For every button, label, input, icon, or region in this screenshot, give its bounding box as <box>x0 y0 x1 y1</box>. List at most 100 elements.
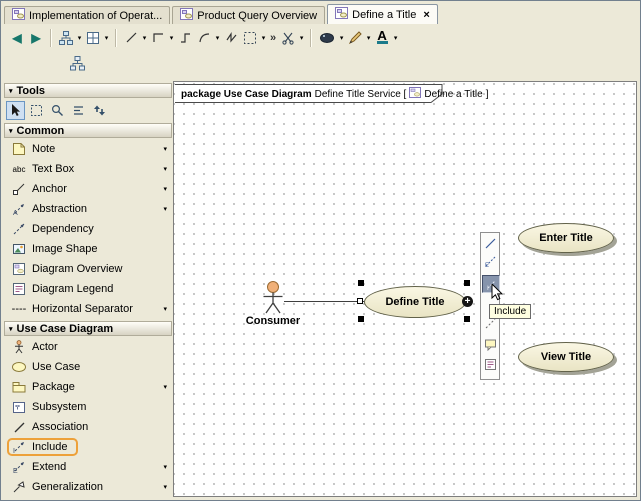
zigzag-path-button[interactable] <box>222 28 240 48</box>
palette-section-common[interactable]: ▾ Common <box>4 123 172 138</box>
diagram-tab-bar: Implementation of Operat... Product Quer… <box>4 3 637 24</box>
palette-item-image-shape[interactable]: Image Shape <box>4 239 172 259</box>
pen-color-button[interactable] <box>346 28 364 48</box>
grid-tool-button[interactable] <box>84 28 102 48</box>
chevron-down-icon[interactable]: ▾ <box>163 165 167 173</box>
back-button[interactable]: ◀ <box>8 28 26 48</box>
tab-product-query-overview[interactable]: Product Query Overview <box>172 6 325 24</box>
chevron-down-icon: ▾ <box>9 127 13 135</box>
chevron-down-icon[interactable]: ▾ <box>141 34 148 42</box>
dashed-rect-tool-button[interactable] <box>241 28 259 48</box>
chevron-down-icon[interactable]: ▾ <box>163 463 167 471</box>
palette-item-actor[interactable]: Actor <box>4 337 172 357</box>
connection-point-handle[interactable] <box>357 298 363 304</box>
chevron-down-icon[interactable]: ▾ <box>163 305 167 313</box>
chevron-down-icon[interactable]: ▾ <box>163 205 167 213</box>
selection-handle[interactable] <box>464 316 470 322</box>
actor-label[interactable]: Consumer <box>237 315 309 327</box>
bent-path-button[interactable] <box>176 28 194 48</box>
diagram-canvas[interactable]: package Use Case Diagram Define Title Se… <box>173 81 637 497</box>
chevron-down-icon[interactable]: ▾ <box>214 34 221 42</box>
palette-item-diagram-legend[interactable]: Diagram Legend <box>4 279 172 299</box>
shape-fill-button[interactable] <box>317 28 337 48</box>
select-tool-button[interactable] <box>6 101 25 120</box>
palette-section-use-case-diagram[interactable]: ▾ Use Case Diagram <box>4 321 172 336</box>
palette-item-horizontal-separator[interactable]: ---- Horizontal Separator ▾ <box>4 299 172 319</box>
magnifier-tool-button[interactable] <box>48 101 67 120</box>
hierarchy-tool-button[interactable] <box>57 28 75 48</box>
chevron-down-icon: ▾ <box>9 87 13 95</box>
chevron-down-icon: ▾ <box>9 325 13 333</box>
association-line[interactable] <box>284 301 364 302</box>
selection-handle[interactable] <box>358 316 364 322</box>
palette-item-anchor[interactable]: Anchor ▾ <box>4 179 172 199</box>
toolbar-separator <box>50 29 52 47</box>
rectilinear-path-button[interactable] <box>149 28 167 48</box>
palette-item-abstraction[interactable]: A Abstraction ▾ <box>4 199 172 219</box>
mouse-cursor <box>491 284 504 302</box>
chevron-down-icon[interactable]: ▾ <box>338 34 345 42</box>
palette-item-subsystem[interactable]: Subsystem <box>4 397 172 417</box>
palette-item-generalization[interactable]: Generalization ▾ <box>4 477 172 497</box>
palette-item-dependency[interactable]: Dependency <box>4 219 172 239</box>
chevron-down-icon[interactable]: ▾ <box>168 34 175 42</box>
close-icon[interactable]: × <box>423 10 429 20</box>
tab-label: Implementation of Operat... <box>29 10 162 22</box>
toolbar-overflow-icon[interactable]: » <box>268 32 278 44</box>
actor-consumer[interactable] <box>260 280 286 316</box>
tab-define-a-title[interactable]: Define a Title × <box>327 4 438 24</box>
order-tool-button[interactable] <box>90 101 109 120</box>
chevron-down-icon[interactable]: ▾ <box>392 34 399 42</box>
abstraction-icon: A <box>11 202 27 216</box>
palette-item-note[interactable]: Note ▾ <box>4 139 172 159</box>
chevron-down-icon[interactable]: ▾ <box>163 145 167 153</box>
legend-smart-button[interactable] <box>483 357 498 372</box>
font-color-bar <box>377 41 388 44</box>
palette-item-include[interactable]: I Include <box>4 437 172 457</box>
palette-item-diagram-overview[interactable]: Diagram Overview <box>4 259 172 279</box>
chevron-down-icon[interactable]: ▾ <box>365 34 372 42</box>
frame-header-diagram-name: Define a Title <box>424 89 482 100</box>
text-box-icon: abc <box>11 162 27 176</box>
oblique-path-button[interactable] <box>122 28 140 48</box>
chevron-down-icon[interactable]: ▾ <box>163 185 167 193</box>
selection-handle[interactable] <box>358 280 364 286</box>
diagram-icon <box>180 8 193 23</box>
palette-item-package[interactable]: Package ▾ <box>4 377 172 397</box>
curved-path-button[interactable] <box>195 28 213 48</box>
use-case-icon <box>11 360 27 374</box>
comment-smart-button[interactable] <box>483 337 498 352</box>
actor-icon <box>11 340 27 354</box>
use-case-enter-title[interactable]: Enter Title <box>518 223 614 253</box>
chevron-down-icon[interactable]: ▾ <box>163 383 167 391</box>
chevron-down-icon[interactable]: ▾ <box>260 34 267 42</box>
use-case-define-title[interactable]: Define Title <box>364 286 466 318</box>
diagram-palette: ▾ Tools ▾ Common Note ▾ abc Text Box ▾ A… <box>4 81 172 498</box>
extend-smart-button[interactable]: E <box>483 254 498 269</box>
marquee-tool-button[interactable] <box>27 101 46 120</box>
chevron-down-icon[interactable]: ▾ <box>298 34 305 42</box>
use-case-label: Enter Title <box>539 232 593 244</box>
align-tool-button[interactable] <box>69 101 88 120</box>
tools-button-row <box>4 99 172 121</box>
use-case-view-title[interactable]: View Title <box>518 342 614 372</box>
palette-item-use-case[interactable]: Use Case <box>4 357 172 377</box>
font-color-button[interactable]: A <box>373 28 391 48</box>
containment-tool-button[interactable] <box>67 53 87 73</box>
palette-item-extend[interactable]: E Extend ▾ <box>4 457 172 477</box>
palette-item-text-box[interactable]: abc Text Box ▾ <box>4 159 172 179</box>
tab-implementation-of-operations[interactable]: Implementation of Operat... <box>4 6 170 24</box>
anchor-icon <box>11 182 27 196</box>
palette-section-tools[interactable]: ▾ Tools <box>4 83 172 98</box>
svg-text:E: E <box>13 468 18 474</box>
scissors-button[interactable] <box>279 28 297 48</box>
chevron-down-icon[interactable]: ▾ <box>76 34 83 42</box>
chevron-down-icon[interactable]: ▾ <box>103 34 110 42</box>
palette-item-association[interactable]: Association <box>4 417 172 437</box>
smart-plus-button[interactable]: + <box>462 296 473 307</box>
association-smart-button[interactable] <box>483 236 498 251</box>
selection-handle[interactable] <box>464 280 470 286</box>
extend-icon: E <box>11 460 27 474</box>
chevron-down-icon[interactable]: ▾ <box>163 483 167 491</box>
forward-button[interactable]: ▶ <box>27 28 45 48</box>
